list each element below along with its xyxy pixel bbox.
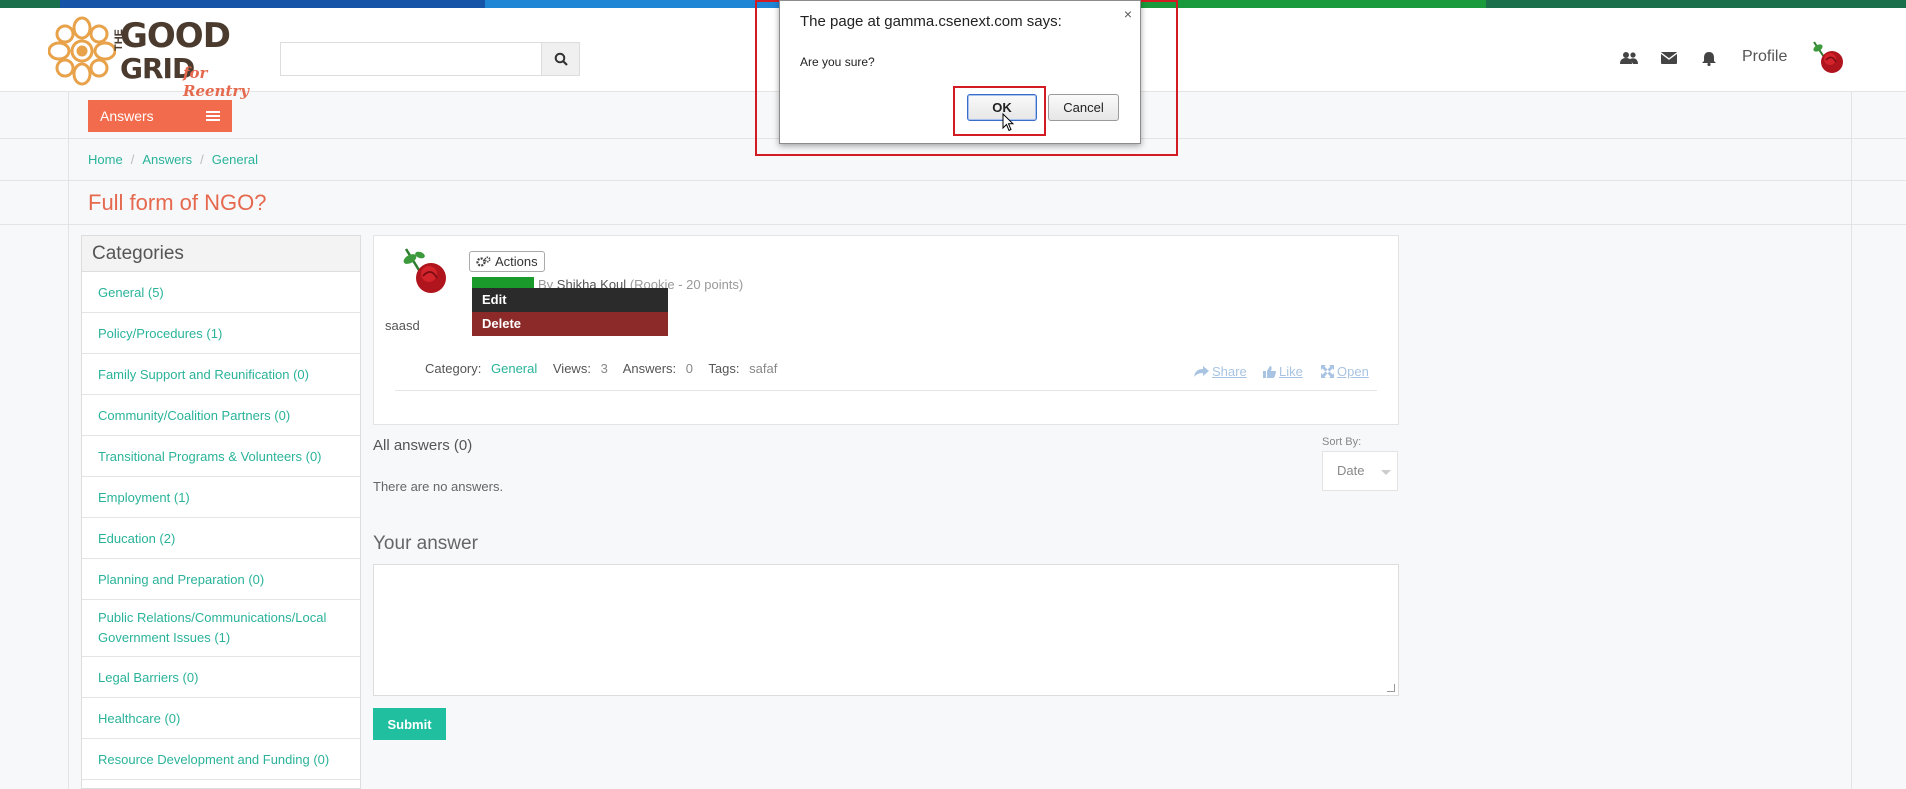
category-item[interactable]: Healthcare (0) <box>82 698 360 739</box>
bell-icon <box>1702 51 1716 66</box>
category-item[interactable]: Resource Development and Funding (0) <box>82 739 360 780</box>
category-item[interactable]: Education (2) <box>82 518 360 559</box>
profile-link[interactable]: Profile <box>1742 48 1787 66</box>
close-icon[interactable]: × <box>1124 6 1132 22</box>
thumbs-up-icon <box>1263 365 1276 378</box>
the-good-grid-logo[interactable]: THE GOOD GRID for Reentry <box>48 12 268 100</box>
like-label: Like <box>1279 364 1303 379</box>
categories-heading: Categories <box>82 236 360 272</box>
mouse-cursor-icon <box>1002 113 1014 132</box>
views-label: Views: <box>552 361 591 376</box>
messages-button[interactable] <box>1661 42 1677 74</box>
breadcrumb-separator: / <box>130 152 135 167</box>
rose-avatar-icon <box>1813 41 1843 73</box>
actions-label: Actions <box>495 254 538 269</box>
answers-menu-button[interactable]: Answers <box>88 100 232 132</box>
sort-select[interactable]: Date <box>1322 451 1398 491</box>
like-link[interactable]: Like <box>1263 364 1303 379</box>
breadcrumb-answers[interactable]: Answers <box>142 152 192 167</box>
category-item[interactable]: Family Support and Reunification (0) <box>82 354 360 395</box>
highlight-outline <box>953 86 1046 136</box>
open-label: Open <box>1337 364 1369 379</box>
dialog-title: The page at gamma.csenext.com says: <box>800 13 1062 30</box>
sort-by-label: Sort By: <box>1322 436 1362 448</box>
your-answer-heading: Your answer <box>373 533 478 554</box>
submit-button[interactable]: Submit <box>373 708 446 740</box>
category-item[interactable]: Community/Coalition Partners (0) <box>82 395 360 436</box>
actions-button[interactable]: Actions <box>469 251 545 272</box>
views-value: 3 <box>600 361 608 376</box>
categories-panel: Categories General (5) Policy/Procedures… <box>81 235 361 789</box>
category-item[interactable]: Transitional Programs & Volunteers (0) <box>82 436 360 477</box>
tag-item[interactable]: safaf <box>749 361 777 376</box>
category-link[interactable]: General <box>491 361 537 376</box>
answers-count-label: Answers: <box>622 361 677 376</box>
answer-textarea[interactable] <box>373 564 1399 696</box>
question-body: saasd <box>385 318 420 333</box>
expand-icon <box>1321 365 1334 378</box>
divider <box>0 224 1906 225</box>
share-link[interactable]: Share <box>1194 364 1247 379</box>
share-icon <box>1194 366 1209 377</box>
hamburger-menu-icon <box>206 111 220 121</box>
sort-value: Date <box>1337 463 1365 478</box>
cancel-button[interactable]: Cancel <box>1048 94 1119 121</box>
divider <box>395 390 1377 391</box>
open-link[interactable]: Open <box>1321 364 1369 379</box>
category-item[interactable]: General (5) <box>82 272 360 313</box>
logo-good: GOOD <box>120 16 231 56</box>
search-icon <box>554 52 568 66</box>
dialog-message: Are you sure? <box>800 55 875 69</box>
search-input[interactable] <box>281 43 539 75</box>
breadcrumb-general[interactable]: General <box>212 152 258 167</box>
edit-menu-item[interactable]: Edit <box>472 288 668 312</box>
caret-down-icon <box>1381 470 1391 475</box>
users-icon <box>1620 52 1638 64</box>
flower-logo-icon <box>48 16 116 86</box>
delete-menu-item[interactable]: Delete <box>472 312 668 336</box>
answers-menu-label: Answers <box>100 108 154 124</box>
category-item[interactable]: Planning and Preparation (0) <box>82 559 360 600</box>
breadcrumb-separator: / <box>200 152 204 167</box>
gears-icon <box>476 255 491 267</box>
tags-label: Tags: <box>708 361 740 376</box>
search-box <box>280 42 580 76</box>
category-item[interactable]: Public Relations/Communications/Local Go… <box>82 600 360 657</box>
resize-handle-icon[interactable] <box>1387 684 1395 692</box>
category-item[interactable]: Legal Barriers (0) <box>82 657 360 698</box>
actions-dropdown: Edit Delete <box>472 288 668 336</box>
page-title: Full form of NGO? <box>88 190 267 215</box>
share-label: Share <box>1212 364 1247 379</box>
category-label: Category: <box>425 361 482 376</box>
envelope-icon <box>1661 52 1677 64</box>
category-item[interactable]: Policy/Procedures (1) <box>82 313 360 354</box>
answers-count-value: 0 <box>685 361 694 376</box>
breadcrumb-home[interactable]: Home <box>88 152 123 167</box>
question-meta: Category: General Views: 3 Answers: 0 Ta… <box>425 361 789 376</box>
breadcrumb: Home / Answers / General <box>88 152 258 167</box>
profile-avatar[interactable] <box>1808 38 1848 78</box>
all-answers-heading: All answers (0) <box>373 437 473 454</box>
users-button[interactable] <box>1620 42 1638 74</box>
category-item[interactable]: Employment (1) <box>82 477 360 518</box>
search-button[interactable] <box>541 43 579 75</box>
rose-avatar-icon <box>403 248 446 293</box>
divider <box>0 180 1906 181</box>
no-answers-text: There are no answers. <box>373 479 504 494</box>
author-avatar[interactable] <box>398 245 452 299</box>
notifications-button[interactable] <box>1702 42 1716 74</box>
